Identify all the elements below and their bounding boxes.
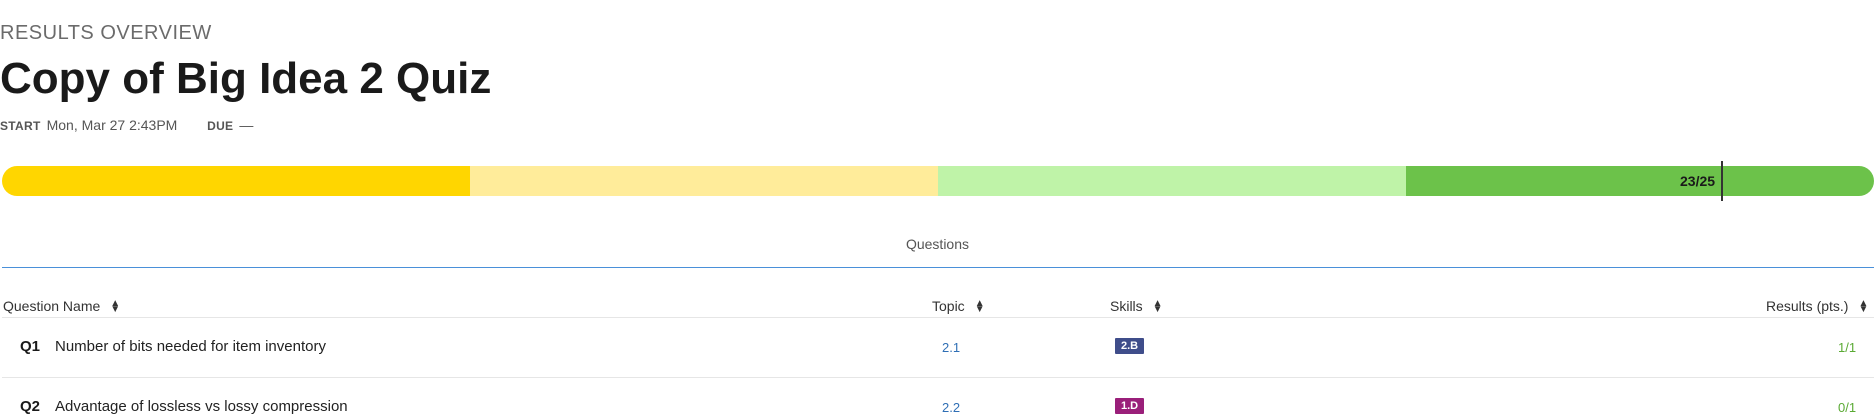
- due-label: DUE: [207, 119, 234, 133]
- topic-link[interactable]: 2.1: [942, 340, 960, 355]
- column-header-results-label: Results (pts.): [1766, 298, 1849, 314]
- column-header-results[interactable]: Results (pts.) ▲ ▼: [1766, 298, 1868, 315]
- topic-link[interactable]: 2.2: [942, 400, 960, 415]
- score-label: 23/25: [1680, 173, 1716, 189]
- column-header-topic[interactable]: Topic ▲ ▼: [932, 298, 985, 315]
- column-header-skills[interactable]: Skills ▲ ▼: [1110, 298, 1163, 315]
- tab-questions-label: Questions: [905, 236, 970, 252]
- column-header-topic-label: Topic: [932, 298, 965, 314]
- question-result: 1/1: [1838, 340, 1857, 355]
- sort-icon[interactable]: ▲ ▼: [975, 299, 985, 315]
- column-header-question-name-label: Question Name: [3, 298, 101, 314]
- column-header-skills-label: Skills: [1110, 298, 1143, 314]
- row-divider: [2, 317, 1874, 318]
- progress-segment-2: [470, 166, 938, 196]
- start-value: Mon, Mar 27 2:43PM: [46, 117, 178, 133]
- score-progress-bar: [2, 166, 1874, 196]
- sort-icon[interactable]: ▲ ▼: [1858, 299, 1868, 315]
- progress-segment-4: [1406, 166, 1874, 196]
- tab-questions[interactable]: Questions: [0, 236, 1875, 252]
- quiz-meta: START Mon, Mar 27 2:43PM DUE —: [0, 117, 1875, 133]
- question-name[interactable]: Number of bits needed for item inventory: [55, 338, 326, 355]
- start-label: START: [0, 119, 41, 133]
- sort-icon[interactable]: ▲ ▼: [110, 299, 120, 315]
- column-header-question-name[interactable]: Question Name ▲ ▼: [3, 298, 120, 315]
- page-eyebrow: RESULTS OVERVIEW: [0, 22, 212, 44]
- progress-segment-1: [2, 166, 470, 196]
- progress-segment-3: [938, 166, 1406, 196]
- question-number: Q2: [20, 398, 41, 415]
- question-result: 0/1: [1838, 400, 1857, 415]
- tab-underline: [2, 267, 1874, 268]
- due-value: —: [239, 117, 254, 133]
- sort-icon[interactable]: ▲ ▼: [1153, 299, 1163, 315]
- skill-badge: 1.D: [1115, 398, 1145, 414]
- page-title: Copy of Big Idea 2 Quiz: [0, 54, 492, 103]
- row-divider: [2, 377, 1874, 378]
- question-name[interactable]: Advantage of lossless vs lossy compressi…: [55, 398, 348, 415]
- skill-badge: 2.B: [1115, 338, 1145, 354]
- score-marker: [1721, 161, 1723, 201]
- question-number: Q1: [20, 338, 41, 355]
